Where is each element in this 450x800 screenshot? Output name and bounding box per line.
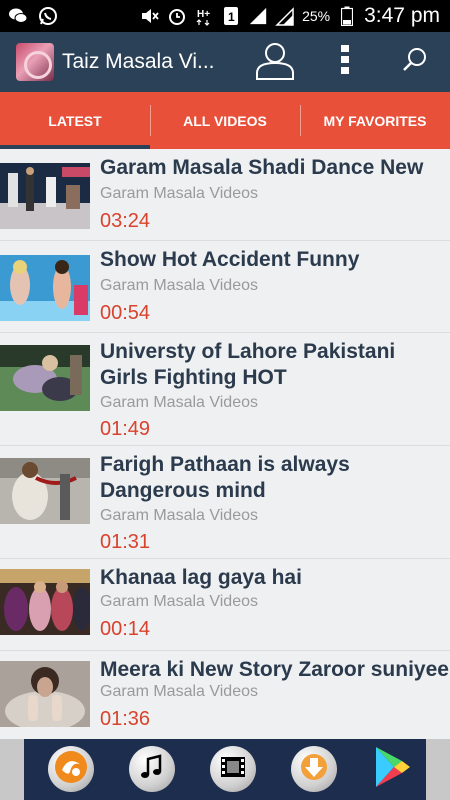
download-icon [299,752,329,787]
app-logo[interactable] [16,43,54,81]
video-thumbnail[interactable] [0,661,90,727]
overflow-menu-button[interactable] [320,32,370,92]
battery-percent: 25% [302,8,331,24]
video-thumbnail[interactable] [0,345,90,411]
video-title[interactable]: Universty of Lahore Pakistani Girls Fight… [100,339,450,391]
tab-label: MY FAVORITES [323,112,427,129]
uc-browser-icon [54,750,88,789]
video-item[interactable]: Farigh Pathaan is always Dangerous mind G… [0,446,450,559]
video-channel: Garam Masala Videos [100,394,258,411]
bar-edge-right [426,739,450,800]
battery-icon [337,6,357,26]
signal-icon [248,6,268,26]
video-thumbnail[interactable] [0,163,90,229]
video-thumbnail[interactable] [0,458,90,524]
video-title[interactable]: Khanaa lag gaya hai [100,565,450,591]
tab-latest[interactable]: LATEST [0,92,150,149]
video-title[interactable]: Show Hot Accident Funny [100,247,450,273]
alarm-icon [167,6,187,26]
video-item[interactable]: Meera ki New Story Zaroor suniyee Garam … [0,651,450,739]
svg-text:H+: H+ [197,9,210,20]
video-duration: 00:54 [100,302,151,324]
status-bar: H+ 1 25% 3:47 pm [0,0,450,32]
search-icon [402,47,428,78]
uc-browser-button[interactable] [48,746,94,792]
video-channel: Garam Masala Videos [100,593,258,610]
hplus-signal-icon: H+ [194,6,214,26]
video-duration: 01:31 [100,531,151,553]
tab-all-videos[interactable]: ALL VIDEOS [150,92,300,149]
video-channel: Garam Masala Videos [100,277,258,294]
wechat-icon [8,6,28,26]
account-button[interactable] [250,32,300,92]
play-store-button[interactable] [370,745,414,794]
video-button[interactable] [210,746,256,792]
video-duration: 01:36 [100,708,151,730]
video-duration: 01:49 [100,418,151,440]
video-thumbnail[interactable] [0,255,90,321]
video-item[interactable]: Garam Masala Shadi Dance New Garam Masal… [0,149,450,241]
video-title[interactable]: Meera ki New Story Zaroor suniyee [100,657,450,683]
video-title[interactable]: Farigh Pathaan is always Dangerous mind [100,452,450,504]
mute-icon [140,6,160,26]
bar-edge-left [0,739,24,800]
search-button[interactable] [390,32,440,92]
video-title[interactable]: Garam Masala Shadi Dance New [100,155,450,181]
music-button[interactable] [129,746,175,792]
video-channel: Garam Masala Videos [100,185,258,202]
video-channel: Garam Masala Videos [100,507,258,524]
tab-bar: LATEST ALL VIDEOS MY FAVORITES [0,92,450,149]
app-toolbar: Taiz Masala Vi... [0,32,450,92]
svg-text:1: 1 [228,10,235,24]
account-icon [253,40,297,85]
music-icon [138,753,166,786]
tab-label: LATEST [48,112,102,129]
app-title: Taiz Masala Vi... [62,50,215,73]
video-channel: Garam Masala Videos [100,683,258,700]
tab-label: ALL VIDEOS [183,112,267,129]
whatsapp-icon [38,6,58,26]
signal-icon-2 [275,6,295,26]
download-button[interactable] [291,746,337,792]
video-thumbnail[interactable] [0,569,90,635]
video-item[interactable]: Show Hot Accident Funny Garam Masala Vid… [0,241,450,333]
video-duration: 00:14 [100,618,151,640]
overflow-menu-icon [340,44,350,81]
bottom-app-bar [0,739,450,800]
video-item[interactable]: Universty of Lahore Pakistani Girls Fight… [0,333,450,446]
video-icon [219,753,247,786]
video-list[interactable]: Garam Masala Shadi Dance New Garam Masal… [0,149,450,739]
clock: 3:47 pm [364,4,440,27]
tab-my-favorites[interactable]: MY FAVORITES [300,92,450,149]
video-duration: 03:24 [100,210,151,232]
play-store-icon [372,745,412,794]
sim1-icon: 1 [221,6,241,26]
video-item[interactable]: Khanaa lag gaya hai Garam Masala Videos … [0,559,450,651]
